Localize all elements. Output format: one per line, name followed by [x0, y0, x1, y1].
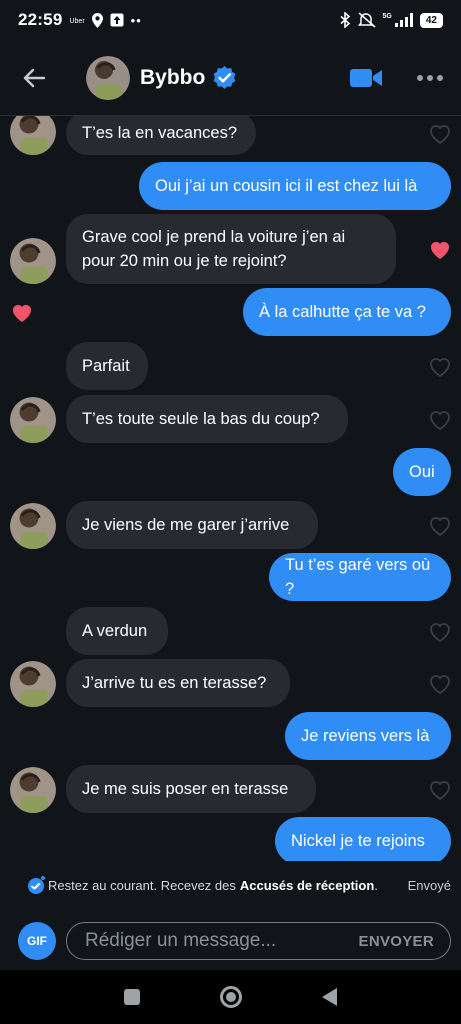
sender-avatar[interactable] [10, 116, 56, 155]
sender-avatar[interactable] [10, 661, 56, 707]
upload-notification-icon [110, 13, 124, 27]
outgoing-message-bubble[interactable]: Oui j’ai un cousin ici il est chez lui l… [139, 162, 451, 210]
incoming-message-bubble[interactable]: A verdun [66, 607, 168, 655]
heart-outline-icon[interactable] [428, 778, 452, 800]
message-input[interactable] [85, 930, 359, 952]
heart-filled-icon[interactable] [428, 238, 452, 260]
message-row: Grave cool je prend la voiture j’en ai p… [0, 214, 461, 284]
message-row: Je me suis poser en terasse [0, 765, 461, 813]
more-options-button[interactable] [417, 68, 443, 88]
heart-outline-icon[interactable] [428, 514, 452, 536]
more-notifications-icon: •• [130, 12, 142, 28]
message-row: Je reviens vers là [0, 712, 461, 760]
heart-outline-icon[interactable] [428, 355, 452, 377]
read-receipt-banner[interactable]: Restez au courant. Recevez des Accusés d… [0, 868, 461, 902]
receipt-link[interactable]: Accusés de réception [240, 878, 374, 893]
message-row: A verdun [0, 607, 461, 655]
incoming-message-bubble[interactable]: J’arrive tu es en terasse? [66, 659, 290, 707]
uber-notification-label: Uber [69, 18, 85, 25]
message-row: Nickel je te rejoins [0, 817, 461, 861]
heart-filled-icon[interactable] [10, 301, 34, 323]
heart-outline-icon[interactable] [428, 122, 452, 144]
send-button[interactable]: ENVOYER [359, 933, 434, 950]
outgoing-message-bubble[interactable]: Nickel je te rejoins [275, 817, 451, 861]
back-button[interactable] [20, 64, 48, 92]
system-navigation-bar [0, 970, 461, 1024]
message-row: Je viens de me garer j’arrive [0, 501, 461, 549]
sender-avatar[interactable] [10, 238, 56, 284]
signal-icon [394, 13, 413, 27]
read-receipt-icon [28, 876, 45, 894]
sent-status: Envoyé [407, 877, 451, 893]
gif-button[interactable]: GIF [18, 922, 56, 960]
incoming-message-bubble[interactable]: Grave cool je prend la voiture j’en ai p… [66, 214, 396, 284]
message-row: Tu t’es garé vers où ? [0, 553, 461, 601]
outgoing-message-bubble[interactable]: Tu t’es garé vers où ? [269, 553, 451, 601]
outgoing-message-bubble[interactable]: À la calhutte ça te va ? [243, 288, 451, 336]
receipt-period: . [374, 877, 378, 893]
back-nav-button[interactable] [322, 988, 337, 1006]
incoming-message-bubble[interactable]: Parfait [66, 342, 148, 390]
incoming-message-bubble[interactable]: Je viens de me garer j’arrive [66, 501, 318, 549]
message-row: J’arrive tu es en terasse? [0, 659, 461, 707]
sender-avatar[interactable] [10, 397, 56, 443]
location-icon [91, 12, 103, 28]
heart-outline-icon[interactable] [428, 620, 452, 642]
message-list[interactable]: T’es la en vacances? Oui j’ai un cousin i… [0, 116, 461, 861]
outgoing-message-bubble[interactable]: Oui [393, 448, 451, 496]
verified-badge-icon [213, 65, 236, 89]
compose-bar: GIF ENVOYER [0, 912, 461, 970]
receipt-text: Restez au courant. Recevez des [48, 877, 236, 893]
home-button[interactable] [220, 986, 242, 1008]
mute-icon [357, 12, 376, 28]
incoming-message-bubble[interactable]: Je me suis poser en terasse [66, 765, 316, 813]
chat-header: Bybbo [0, 40, 461, 116]
contact-name[interactable]: Bybbo [140, 66, 205, 90]
heart-outline-icon[interactable] [428, 408, 452, 430]
incoming-message-bubble[interactable]: T’es toute seule la bas du coup? [66, 395, 348, 443]
message-row: À la calhutte ça te va ? [0, 288, 461, 336]
sender-avatar[interactable] [10, 503, 56, 549]
outgoing-message-bubble[interactable]: Je reviens vers là [285, 712, 451, 760]
message-input-container[interactable]: ENVOYER [66, 922, 451, 960]
message-row: Parfait [0, 342, 461, 390]
message-row: T’es toute seule la bas du coup? [0, 395, 461, 443]
incoming-message-bubble[interactable]: T’es la en vacances? [66, 116, 256, 155]
video-call-button[interactable] [349, 66, 383, 90]
sender-avatar[interactable] [10, 767, 56, 813]
bluetooth-icon [340, 12, 350, 28]
recent-apps-button[interactable] [124, 989, 140, 1005]
battery-indicator: 42 [419, 12, 443, 28]
message-row: Oui j’ai un cousin ici il est chez lui l… [0, 162, 461, 210]
message-row: T’es la en vacances? [0, 116, 461, 155]
contact-avatar[interactable] [86, 55, 130, 100]
status-bar: 22:59 Uber •• 5G 42 [0, 0, 461, 40]
message-row: Oui [0, 448, 461, 496]
heart-outline-icon[interactable] [428, 672, 452, 694]
arrow-left-icon [23, 68, 45, 87]
network-type: 5G [382, 12, 392, 20]
status-time: 22:59 [18, 10, 63, 29]
